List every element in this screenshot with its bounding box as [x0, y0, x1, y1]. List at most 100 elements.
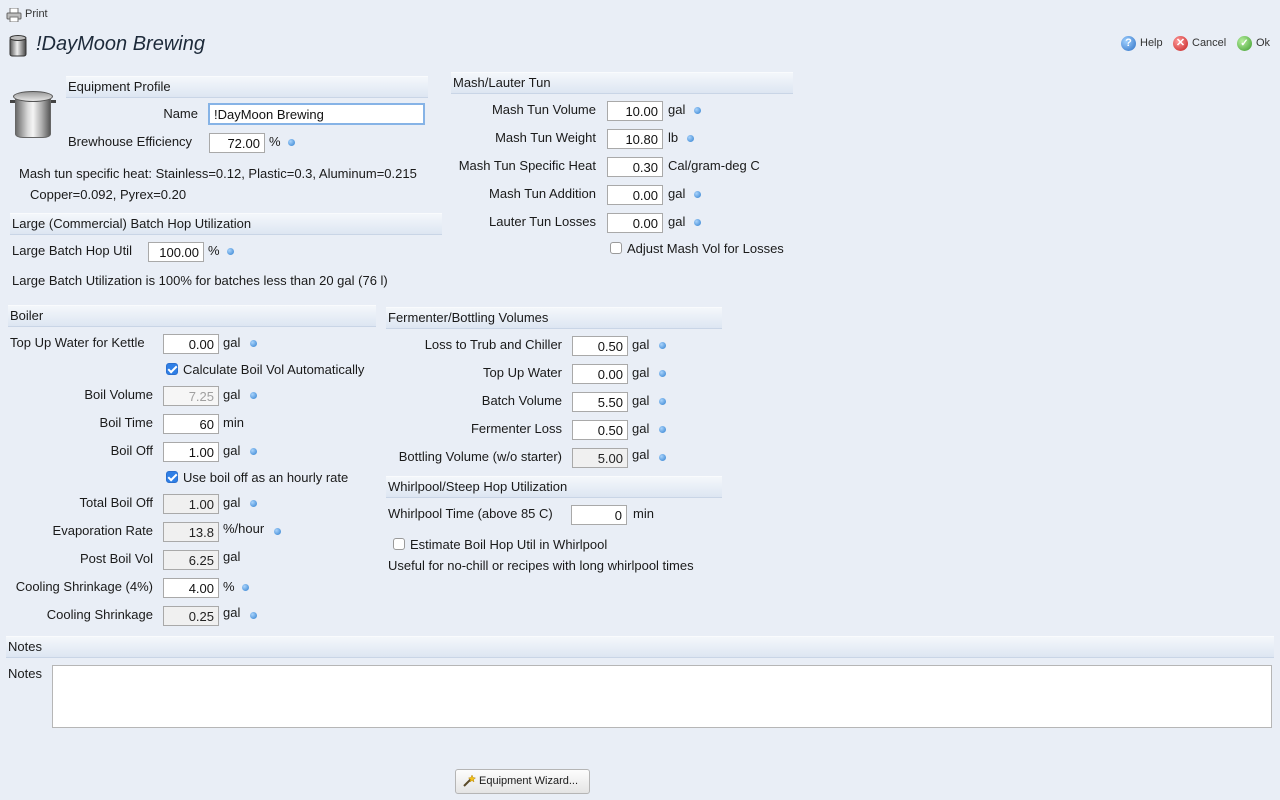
mash-tun-volume-label: Mash Tun Volume — [491, 102, 596, 117]
ok-button[interactable]: ✓ Ok — [1237, 36, 1273, 52]
cooling-shrinkage-pct-label: Cooling Shrinkage (4%) — [15, 579, 153, 594]
batch-volume-unit: gal — [632, 393, 650, 408]
cooling-shrinkage-field — [163, 606, 219, 626]
ferm-top-up-field[interactable] — [572, 364, 628, 384]
boiler-header: Boiler — [8, 305, 376, 327]
post-boil-vol-unit: gal — [223, 549, 241, 564]
top-up-kettle-field[interactable] — [163, 334, 219, 354]
evaporation-rate-field — [163, 522, 219, 542]
boil-time-field[interactable] — [163, 414, 219, 434]
name-label: Name — [163, 106, 198, 121]
brewhouse-efficiency-field[interactable] — [209, 133, 265, 153]
boil-off-field[interactable] — [163, 442, 219, 462]
whirlpool-time-unit: min — [633, 506, 654, 521]
hop-util-header: Large (Commercial) Batch Hop Utilization — [10, 213, 442, 235]
name-field[interactable] — [208, 103, 425, 125]
cooling-shrinkage-pct-field[interactable] — [163, 578, 219, 598]
print-button[interactable]: Print — [6, 7, 54, 23]
info-dot-icon[interactable] — [250, 500, 257, 507]
help-button[interactable]: ? Help — [1121, 36, 1167, 52]
pot-icon — [8, 34, 28, 58]
info-dot-icon[interactable] — [227, 248, 234, 255]
info-dot-icon[interactable] — [250, 612, 257, 619]
info-dot-icon[interactable] — [250, 340, 257, 347]
total-boil-off-field — [163, 494, 219, 514]
ferm-top-up-unit: gal — [632, 365, 650, 380]
info-dot-icon[interactable] — [659, 426, 666, 433]
info-dot-icon[interactable] — [242, 584, 249, 591]
trub-chiller-label: Loss to Trub and Chiller — [424, 337, 562, 352]
cancel-button[interactable]: ✕ Cancel — [1173, 36, 1233, 52]
info-dot-icon[interactable] — [288, 139, 295, 146]
mash-tun-specific-heat-field[interactable] — [607, 157, 663, 177]
equipment-wizard-button[interactable]: Equipment Wizard... — [455, 769, 590, 794]
hourly-rate-checkbox[interactable] — [166, 471, 178, 483]
info-dot-icon[interactable] — [694, 107, 701, 114]
hop-util-note: Large Batch Utilization is 100% for batc… — [12, 273, 388, 288]
notes-label: Notes — [8, 666, 42, 681]
trub-chiller-field[interactable] — [572, 336, 628, 356]
mash-tun-specific-heat-unit: Cal/gram-deg C — [668, 158, 760, 173]
efficiency-unit: % — [269, 134, 281, 149]
hop-util-unit: % — [208, 243, 220, 258]
boil-off-unit: gal — [223, 443, 241, 458]
cancel-icon: ✕ — [1173, 36, 1188, 51]
calc-boil-vol-checkbox[interactable] — [166, 363, 178, 375]
fermenter-header: Fermenter/Bottling Volumes — [386, 307, 722, 329]
info-dot-icon[interactable] — [659, 454, 666, 461]
cooling-shrinkage-unit: gal — [223, 605, 241, 620]
fermenter-loss-field[interactable] — [572, 420, 628, 440]
hourly-rate-label: Use boil off as an hourly rate — [183, 470, 349, 485]
adjust-mash-vol-checkbox[interactable] — [610, 242, 622, 254]
lauter-tun-losses-label: Lauter Tun Losses — [489, 214, 596, 229]
batch-volume-label: Batch Volume — [481, 393, 562, 408]
whirlpool-time-label: Whirlpool Time (above 85 C) — [388, 506, 553, 521]
info-dot-icon[interactable] — [694, 219, 701, 226]
info-dot-icon[interactable] — [250, 448, 257, 455]
info-dot-icon[interactable] — [687, 135, 694, 142]
large-batch-hop-util-field[interactable] — [148, 242, 204, 262]
mash-tun-volume-field[interactable] — [607, 101, 663, 121]
mash-tun-weight-field[interactable] — [607, 129, 663, 149]
info-dot-icon[interactable] — [659, 342, 666, 349]
printer-icon — [6, 7, 22, 23]
help-label: Help — [1140, 37, 1163, 49]
boil-off-label: Boil Off — [110, 443, 153, 458]
adjust-mash-vol-label: Adjust Mash Vol for Losses — [627, 241, 784, 256]
info-dot-icon[interactable] — [659, 398, 666, 405]
info-dot-icon[interactable] — [250, 392, 257, 399]
mash-tun-specific-heat-label: Mash Tun Specific Heat — [458, 158, 596, 173]
whirlpool-time-field[interactable] — [571, 505, 627, 525]
boil-volume-label: Boil Volume — [84, 387, 153, 402]
specific-heat-note-2: Copper=0.092, Pyrex=0.20 — [30, 187, 187, 202]
equipment-profile-header: Equipment Profile — [66, 76, 428, 98]
whirlpool-note: Useful for no-chill or recipes with long… — [388, 558, 694, 573]
boil-time-unit: min — [223, 415, 244, 430]
info-dot-icon[interactable] — [659, 370, 666, 377]
evaporation-rate-label: Evaporation Rate — [52, 523, 153, 538]
mash-tun-weight-label: Mash Tun Weight — [495, 130, 596, 145]
batch-volume-field[interactable] — [572, 392, 628, 412]
help-icon: ? — [1121, 36, 1136, 51]
bottling-volume-unit: gal — [632, 447, 650, 462]
total-boil-off-unit: gal — [223, 495, 241, 510]
top-up-kettle-unit: gal — [223, 335, 241, 350]
info-dot-icon[interactable] — [694, 191, 701, 198]
info-dot-icon[interactable] — [274, 528, 281, 535]
cooling-shrinkage-label: Cooling Shrinkage — [46, 607, 153, 622]
notes-textarea[interactable] — [52, 665, 1272, 728]
cancel-label: Cancel — [1192, 37, 1227, 49]
fermenter-loss-unit: gal — [632, 421, 650, 436]
evaporation-rate-unit: %/hour — [223, 521, 265, 536]
equipment-wizard-label: Equipment Wizard... — [479, 775, 579, 787]
mash-tun-addition-label: Mash Tun Addition — [489, 186, 596, 201]
top-up-kettle-label: Top Up Water for Kettle — [10, 335, 145, 350]
check-icon: ✓ — [1237, 36, 1252, 51]
whirlpool-header: Whirlpool/Steep Hop Utilization — [386, 476, 722, 498]
estimate-hop-util-checkbox[interactable] — [393, 538, 405, 550]
post-boil-vol-field — [163, 550, 219, 570]
lauter-tun-losses-field[interactable] — [607, 213, 663, 233]
boil-volume-unit: gal — [223, 387, 241, 402]
boil-time-label: Boil Time — [99, 415, 153, 430]
mash-tun-addition-field[interactable] — [607, 185, 663, 205]
